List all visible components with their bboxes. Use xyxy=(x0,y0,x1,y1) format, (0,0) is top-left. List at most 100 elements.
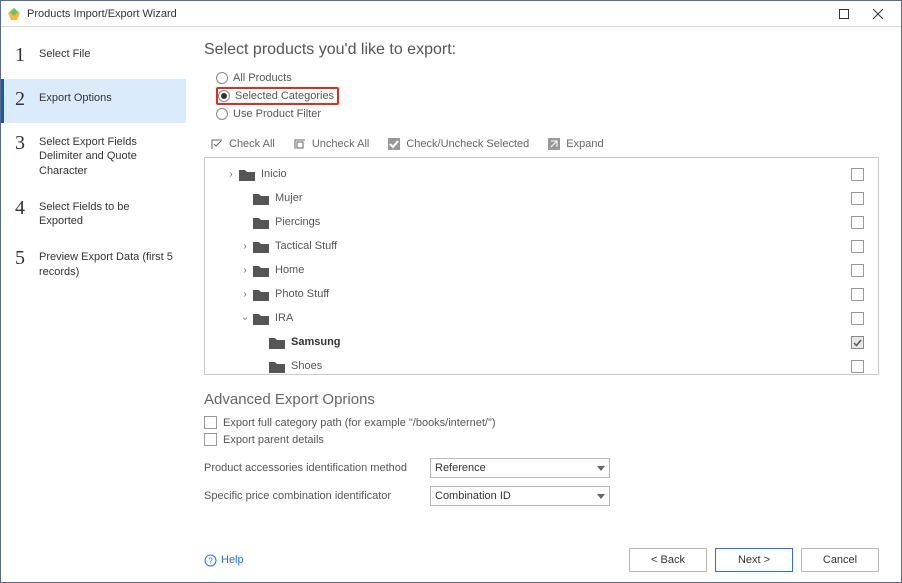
window-maximize-button[interactable] xyxy=(827,2,861,26)
toolbar-label: Uncheck All xyxy=(312,138,369,150)
step-number: 3 xyxy=(15,133,33,153)
app-icon xyxy=(7,7,21,21)
chevron-right-icon[interactable]: › xyxy=(225,169,237,180)
folder-icon xyxy=(253,312,269,325)
export-parent-details-checkbox-row[interactable]: Export parent details xyxy=(204,433,879,446)
tree-node-label: Shoes xyxy=(291,360,845,372)
wizard-steps-sidebar: 1 Select File 2 Export Options 3 Select … xyxy=(1,27,186,582)
tree-node-mujer[interactable]: Mujer xyxy=(205,186,878,210)
step-3-delimiter[interactable]: 3 Select Export Fields Delimiter and Quo… xyxy=(1,123,186,188)
back-button[interactable]: < Back xyxy=(629,548,707,572)
tree-toolbar: Check All Uncheck All Check/Uncheck Sele… xyxy=(210,137,879,151)
folder-icon xyxy=(253,288,269,301)
folder-icon xyxy=(253,192,269,205)
svg-text:?: ? xyxy=(208,556,213,565)
check-uncheck-selected-button[interactable]: Check/Uncheck Selected xyxy=(387,137,529,151)
tree-node-checkbox[interactable] xyxy=(851,312,864,325)
chevron-right-icon[interactable]: › xyxy=(239,289,251,300)
tree-node-shoes[interactable]: Shoes xyxy=(205,354,878,375)
tree-node-checkbox[interactable] xyxy=(851,336,864,349)
window-title: Products Import/Export Wizard xyxy=(27,8,827,20)
checkbox-icon[interactable] xyxy=(204,433,217,446)
tree-node-label: Tactical Stuff xyxy=(275,240,845,252)
accessories-method-dropdown[interactable]: Reference xyxy=(430,458,610,478)
help-label: Help xyxy=(221,554,244,566)
price-combo-identifier-dropdown[interactable]: Combination ID xyxy=(430,486,610,506)
radio-label: Selected Categories xyxy=(235,90,334,102)
step-2-export-options[interactable]: 2 Export Options xyxy=(1,79,186,123)
tree-node-checkbox[interactable] xyxy=(851,240,864,253)
tree-node-piercings[interactable]: Piercings xyxy=(205,210,878,234)
radio-all-products[interactable]: All Products xyxy=(216,69,879,87)
radio-label: All Products xyxy=(233,72,292,84)
tree-node-label: IRA xyxy=(275,312,845,324)
accessories-method-row: Product accessories identification metho… xyxy=(204,458,879,478)
tree-node-label: Home xyxy=(275,264,845,276)
tree-node-label: Photo Stuff xyxy=(275,288,845,300)
step-label: Export Options xyxy=(39,89,176,105)
tree-node-label: Piercings xyxy=(275,216,845,228)
radio-icon xyxy=(216,108,228,120)
expand-icon xyxy=(547,137,561,151)
toolbar-label: Expand xyxy=(566,138,603,150)
cancel-button[interactable]: Cancel xyxy=(801,548,879,572)
wizard-window: Products Import/Export Wizard 1 Select F… xyxy=(0,0,902,583)
next-button[interactable]: Next > xyxy=(715,548,793,572)
tree-node-samsung[interactable]: Samsung xyxy=(205,330,878,354)
wizard-footer: ? Help < Back Next > Cancel xyxy=(204,530,879,572)
tree-node-checkbox[interactable] xyxy=(851,288,864,301)
step-number: 2 xyxy=(15,89,33,109)
field-label: Product accessories identification metho… xyxy=(204,462,424,474)
tree-node-label: Inicio xyxy=(261,168,845,180)
category-tree[interactable]: › Inicio Mujer Piercings › xyxy=(204,157,879,375)
chevron-right-icon[interactable]: › xyxy=(239,265,251,276)
step-number: 5 xyxy=(15,248,33,268)
tree-node-checkbox[interactable] xyxy=(851,264,864,277)
radio-selected-categories[interactable]: Selected Categories xyxy=(216,87,339,105)
step-label: Select File xyxy=(39,45,176,61)
dropdown-caret-icon xyxy=(597,466,605,471)
tree-node-ira[interactable]: › IRA xyxy=(205,306,878,330)
dropdown-caret-icon xyxy=(597,494,605,499)
step-label: Select Fields to be Exported xyxy=(39,198,176,229)
tree-node-checkbox[interactable] xyxy=(851,360,864,373)
checkbox-label: Export full category path (for example "… xyxy=(223,417,496,429)
tree-node-home[interactable]: › Home xyxy=(205,258,878,282)
chevron-right-icon[interactable]: › xyxy=(239,241,251,252)
folder-icon xyxy=(253,240,269,253)
titlebar: Products Import/Export Wizard xyxy=(1,1,901,27)
step-label: Preview Export Data (first 5 records) xyxy=(39,248,176,279)
folder-icon xyxy=(253,264,269,277)
export-selection-radios: All Products Selected Categories Use Pro… xyxy=(216,69,879,123)
field-label: Specific price combination identificator xyxy=(204,490,424,502)
tree-node-checkbox[interactable] xyxy=(851,192,864,205)
step-number: 4 xyxy=(15,198,33,218)
expand-button[interactable]: Expand xyxy=(547,137,603,151)
uncheck-all-icon xyxy=(293,137,307,151)
folder-icon xyxy=(253,216,269,229)
check-all-button[interactable]: Check All xyxy=(210,137,275,151)
checkbox-icon[interactable] xyxy=(204,416,217,429)
toolbar-label: Check All xyxy=(229,138,275,150)
step-number: 1 xyxy=(15,45,33,65)
tree-node-checkbox[interactable] xyxy=(851,216,864,229)
radio-use-product-filter[interactable]: Use Product Filter xyxy=(216,105,879,123)
toolbar-label: Check/Uncheck Selected xyxy=(406,138,529,150)
step-4-select-fields[interactable]: 4 Select Fields to be Exported xyxy=(1,188,186,239)
radio-label: Use Product Filter xyxy=(233,108,321,120)
help-link[interactable]: ? Help xyxy=(204,554,244,567)
chevron-down-icon[interactable]: › xyxy=(240,312,251,324)
tree-node-tactical-stuff[interactable]: › Tactical Stuff xyxy=(205,234,878,258)
export-full-path-checkbox-row[interactable]: Export full category path (for example "… xyxy=(204,416,879,429)
window-close-button[interactable] xyxy=(861,2,895,26)
uncheck-all-button[interactable]: Uncheck All xyxy=(293,137,369,151)
step-1-select-file[interactable]: 1 Select File xyxy=(1,35,186,79)
dropdown-value: Reference xyxy=(435,462,486,474)
tree-node-inicio[interactable]: › Inicio xyxy=(205,162,878,186)
radio-icon xyxy=(216,72,228,84)
main-panel: Select products you'd like to export: Al… xyxy=(186,27,901,582)
tree-node-label: Mujer xyxy=(275,192,845,204)
tree-node-photo-stuff[interactable]: › Photo Stuff xyxy=(205,282,878,306)
step-5-preview[interactable]: 5 Preview Export Data (first 5 records) xyxy=(1,238,186,289)
tree-node-checkbox[interactable] xyxy=(851,168,864,181)
